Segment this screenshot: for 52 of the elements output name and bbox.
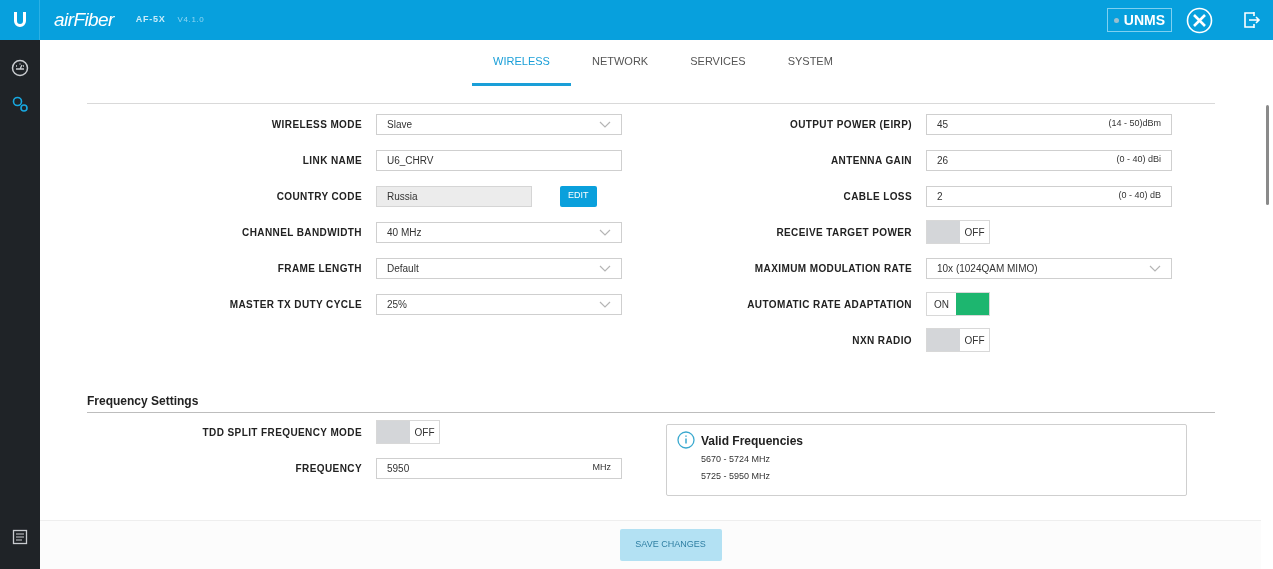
field-label: FRAME LENGTH (276, 261, 362, 276)
info-title: Valid Frequencies (701, 433, 804, 450)
chevron-down-icon (599, 300, 611, 308)
input-field[interactable]: 26 (0 - 40) dBi (926, 149, 1172, 171)
chevron-down-icon (599, 120, 611, 128)
field-label: MAXIMUM MODULATION RATE (753, 261, 912, 276)
frequency-range: 5725 - 5950 MHz (701, 469, 772, 483)
field-label: OUTPUT POWER (EIRP) (788, 117, 912, 132)
info-icon (677, 431, 695, 449)
field-label: LINK NAME (301, 153, 362, 168)
toggle-switch[interactable]: OFF (926, 220, 990, 244)
country-field: Russia (376, 185, 532, 207)
input-field[interactable]: 5950 MHz (376, 457, 622, 479)
model-name: AF-5X (135, 13, 166, 27)
tab[interactable]: SERVICES (669, 40, 767, 86)
logout-icon[interactable] (1243, 11, 1261, 29)
select-field[interactable]: 40 MHz (376, 221, 622, 243)
field-label: RECEIVE TARGET POWER (775, 225, 912, 240)
field-label: WIRELESS MODE (270, 117, 362, 132)
field-label: COUNTRY CODE (275, 189, 362, 204)
gears-icon[interactable] (11, 95, 29, 113)
field-label: TDD SPLIT FREQUENCY MODE (201, 425, 362, 440)
field-label: FREQUENCY (294, 461, 362, 476)
field-label: AUTOMATIC RATE ADAPTATION (746, 297, 912, 312)
field-label: MASTER TX DUTY CYCLE (228, 297, 362, 312)
tab[interactable]: SYSTEM (766, 40, 854, 86)
notes-icon[interactable] (12, 529, 28, 545)
chevron-down-icon (1149, 264, 1161, 272)
toggle-switch[interactable]: OFF (926, 328, 990, 352)
input-field[interactable]: 45 (14 - 50)dBm (926, 113, 1172, 135)
tab[interactable]: NETWORK (570, 40, 670, 86)
scrollbar-thumb[interactable] (1265, 105, 1269, 205)
field-label: CHANNEL BANDWIDTH (241, 225, 362, 240)
select-field[interactable]: Slave (376, 113, 622, 135)
chevron-down-icon (599, 264, 611, 272)
gauge-icon[interactable] (11, 59, 29, 77)
logo-icon (11, 11, 28, 29)
toggle-switch[interactable]: ON (926, 292, 990, 316)
field-label: NXN RADIO (851, 333, 912, 348)
select-field[interactable]: 10x (1024QAM MIMO) (926, 257, 1172, 279)
input-field[interactable]: U6_CHRV (376, 149, 622, 171)
frequency-range: 5670 - 5724 MHz (701, 453, 772, 466)
input-field[interactable]: 2 (0 - 40) dB (926, 185, 1172, 207)
section-title: Frequency Settings (87, 393, 200, 410)
field-label: ANTENNA GAIN (829, 153, 912, 168)
brand-name: airFiber (54, 7, 114, 32)
chevron-down-icon (599, 228, 611, 236)
toggle-switch[interactable]: OFF (376, 420, 440, 444)
select-field[interactable]: 25% (376, 293, 622, 315)
select-field[interactable]: Default (376, 257, 622, 279)
firmware-version: V4.1.0 (177, 14, 205, 26)
field-label: CABLE LOSS (842, 189, 912, 204)
